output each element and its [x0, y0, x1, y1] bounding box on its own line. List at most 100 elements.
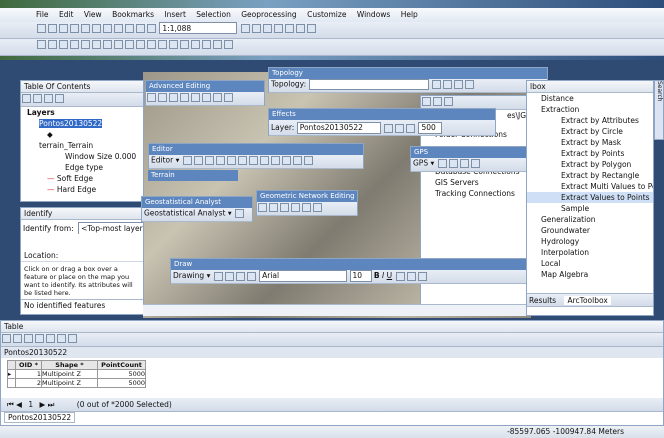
generalize-icon[interactable] [213, 93, 222, 102]
catalog-up-icon[interactable] [433, 97, 442, 106]
help-icon[interactable] [306, 23, 316, 33]
delete-icon[interactable] [114, 23, 123, 33]
search-icon[interactable] [273, 23, 283, 33]
catalog-icon[interactable] [262, 23, 272, 33]
attributes-icon[interactable] [292, 156, 302, 165]
drawing-menu[interactable]: Drawing ▾ [173, 271, 210, 280]
table-tab[interactable]: Pontos20130522 [4, 412, 76, 423]
menu-edit[interactable]: Edit [59, 10, 74, 19]
menu-selection[interactable]: Selection [196, 10, 231, 19]
end-point-arc-icon[interactable] [204, 156, 214, 165]
text-icon[interactable] [246, 271, 256, 281]
go-to-xy-icon[interactable] [213, 40, 222, 49]
smooth-icon[interactable] [224, 93, 233, 102]
undo-icon[interactable] [125, 23, 134, 33]
toolbox-item[interactable]: Extract by Mask [527, 137, 653, 148]
toc-layers[interactable]: Layers [21, 107, 143, 118]
fixed-zoom-out-icon[interactable] [92, 40, 101, 49]
line-color-icon[interactable] [417, 271, 427, 281]
open-icon[interactable] [48, 23, 57, 33]
new-icon[interactable] [37, 23, 46, 33]
copy-icon[interactable] [92, 23, 101, 33]
gps-open-icon[interactable] [437, 159, 447, 168]
col-oid[interactable]: OID * [15, 360, 42, 370]
results-tab[interactable]: Results [529, 296, 556, 305]
underline-icon[interactable]: U [387, 271, 393, 280]
gps-flag-icon[interactable] [470, 159, 480, 168]
menu-help[interactable]: Help [401, 10, 418, 19]
effects-value[interactable]: 500 [418, 122, 443, 134]
effects-layer-select[interactable]: Pontos20130522 [296, 122, 381, 134]
toc-layer-pontos[interactable]: Pontos20130522 [39, 119, 103, 128]
topology-select[interactable] [308, 79, 429, 90]
gps-pause-icon[interactable] [459, 159, 469, 168]
toolbox-item[interactable]: Interpolation [527, 247, 653, 258]
catalog-gis-servers[interactable]: GIS Servers [421, 177, 537, 188]
table-options-icon[interactable] [2, 334, 11, 343]
list-by-selection-icon[interactable] [55, 94, 64, 103]
clear-table-selection-icon[interactable] [46, 334, 55, 343]
search-side-tab[interactable]: Search [654, 80, 664, 140]
toolbox-item[interactable]: Groundwater [527, 225, 653, 236]
rotate-element-icon[interactable] [224, 271, 234, 281]
disconnect-icon[interactable] [280, 203, 289, 212]
trim-icon[interactable] [180, 93, 189, 102]
catalog-home-icon[interactable] [444, 97, 453, 106]
rectangle-icon[interactable] [235, 271, 245, 281]
save-icon[interactable] [59, 23, 68, 33]
select-elements-icon[interactable] [147, 40, 156, 49]
table-icon[interactable] [251, 23, 261, 33]
explode-icon[interactable] [202, 93, 211, 102]
identify-from-select[interactable]: <Top-most layer> [78, 222, 143, 234]
fix-error-icon[interactable] [464, 80, 474, 89]
back-icon[interactable] [103, 40, 112, 49]
identify-icon[interactable] [158, 40, 167, 49]
forward-icon[interactable] [114, 40, 123, 49]
toolbox-item[interactable]: Extract Multi Values to Po [527, 181, 653, 192]
switch-selection-icon[interactable] [35, 334, 44, 343]
cut-polygon-icon[interactable] [259, 156, 269, 165]
fillet-icon[interactable] [158, 93, 167, 102]
fill-color-icon[interactable] [406, 271, 416, 281]
print-icon[interactable] [70, 23, 79, 33]
col-pointcount[interactable]: PointCount [97, 360, 146, 370]
toolbox-item[interactable]: Generalization [527, 214, 653, 225]
time-slider-icon[interactable] [224, 40, 233, 49]
toolbox-icon[interactable] [284, 23, 294, 33]
hyperlink-icon[interactable] [169, 40, 178, 49]
toc-layer-terrain[interactable]: terrain_Terrain [21, 140, 143, 151]
rebuild-icon[interactable] [291, 203, 300, 212]
catalog-tracking-connections[interactable]: Tracking Connections [421, 188, 537, 199]
select-by-attributes-icon[interactable] [24, 334, 33, 343]
measure-icon[interactable] [191, 40, 200, 49]
toolbox-item[interactable]: Extract by Points [527, 148, 653, 159]
gps-start-icon[interactable] [448, 159, 458, 168]
line-intersection-icon[interactable] [191, 93, 200, 102]
font-select[interactable]: Arial [259, 270, 348, 282]
toolbox-item[interactable]: Sample [527, 203, 653, 214]
reshape-icon[interactable] [248, 156, 258, 165]
error-inspector-icon[interactable] [453, 80, 463, 89]
first-record-icon[interactable]: ⏮ [7, 400, 14, 409]
gps-menu[interactable]: GPS ▾ [413, 159, 434, 168]
list-by-drawing-icon[interactable] [22, 94, 31, 103]
html-popup-icon[interactable] [180, 40, 189, 49]
toolbox-item[interactable]: Hydrology [527, 236, 653, 247]
add-data-icon[interactable] [147, 23, 156, 33]
delete-network-icon[interactable] [313, 203, 322, 212]
menu-view[interactable]: View [84, 10, 102, 19]
menu-windows[interactable]: Windows [357, 10, 390, 19]
font-color-icon[interactable] [395, 271, 405, 281]
select-features-icon[interactable] [125, 40, 134, 49]
italic-icon[interactable]: I [382, 271, 384, 280]
brightness-icon[interactable] [395, 123, 405, 133]
full-extent-icon[interactable] [70, 40, 79, 49]
font-size-select[interactable]: 10 [349, 270, 372, 282]
point-icon[interactable] [226, 156, 236, 165]
toolbox-item[interactable]: Local [527, 258, 653, 269]
toolbox-item[interactable]: Extract by Rectangle [527, 170, 653, 181]
edit-vertices-icon[interactable] [237, 156, 247, 165]
straight-segment-icon[interactable] [193, 156, 203, 165]
extend-icon[interactable] [169, 93, 178, 102]
menu-bookmarks[interactable]: Bookmarks [112, 10, 154, 19]
